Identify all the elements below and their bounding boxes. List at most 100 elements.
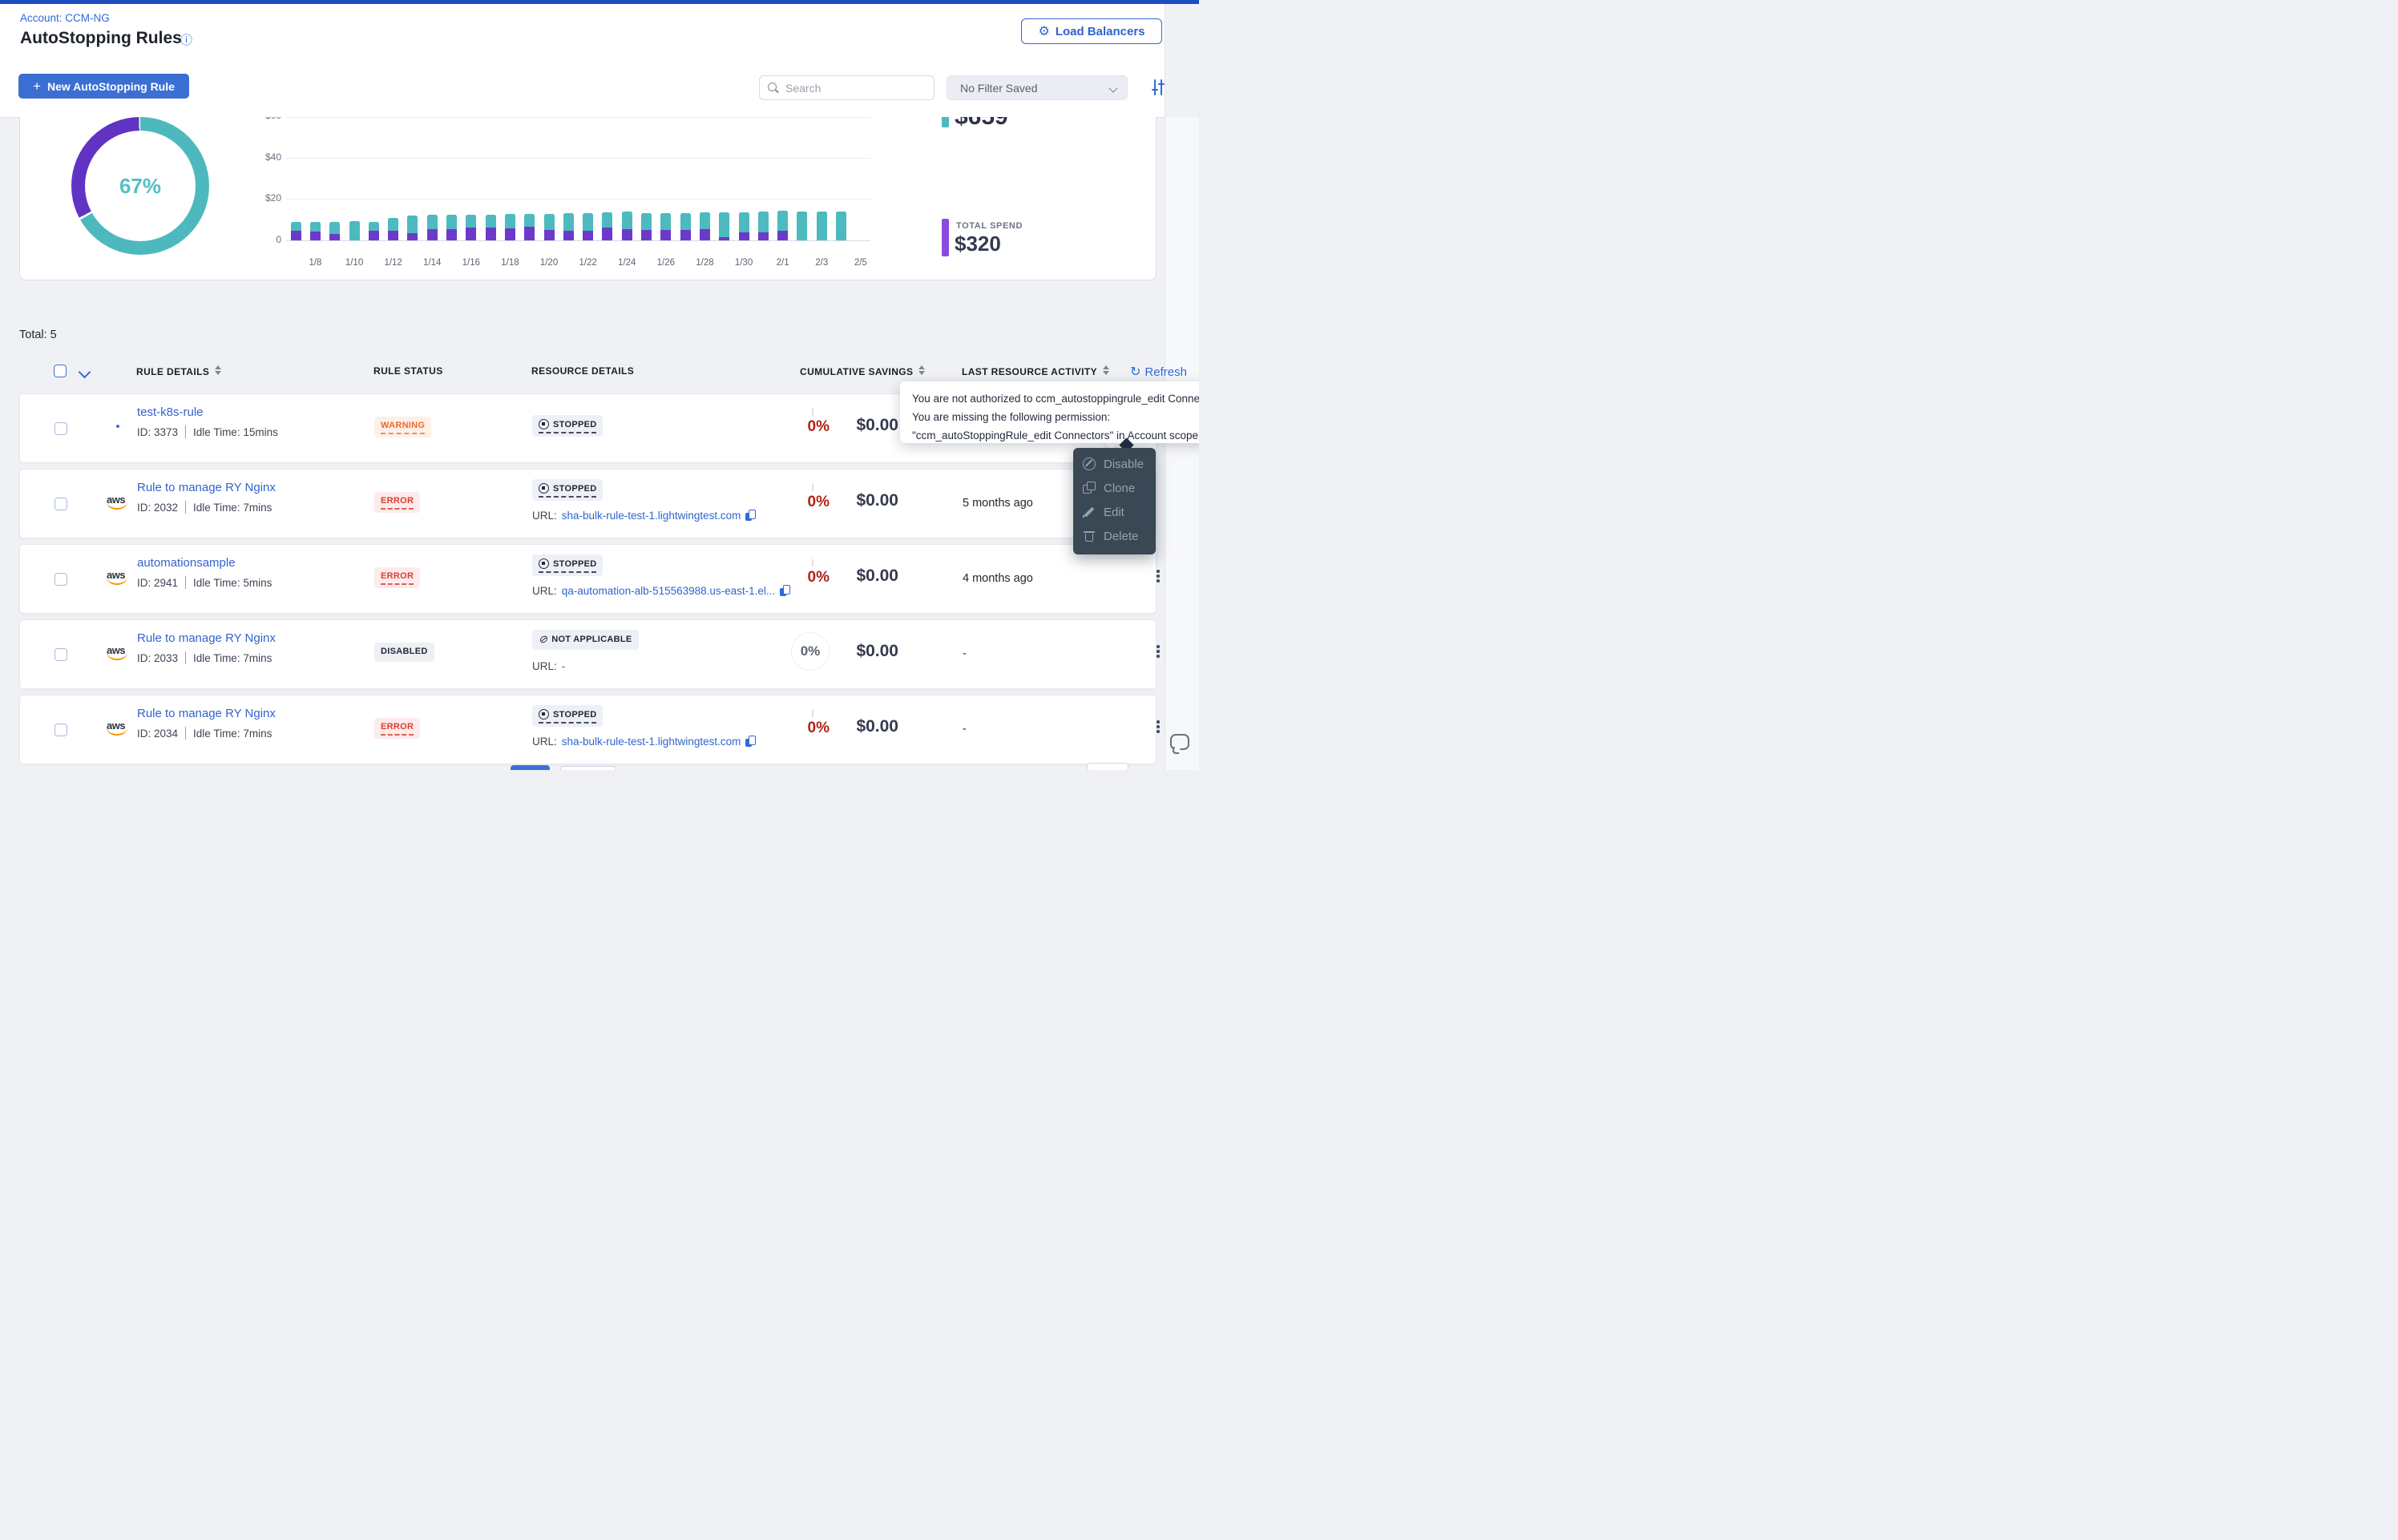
col-last-resource-activity[interactable]: LAST RESOURCE ACTIVITY: [962, 365, 1109, 377]
select-menu-chevron-icon[interactable]: [79, 366, 91, 379]
spend-bar-segment: [505, 228, 515, 240]
rule-name-link[interactable]: Rule to manage RY Nginx: [137, 707, 276, 720]
pagination-active-page[interactable]: [511, 765, 550, 770]
savings-bar-segment: [622, 212, 632, 229]
copy-icon[interactable]: [745, 736, 756, 748]
row-menu-button[interactable]: [1153, 570, 1163, 591]
separator: [185, 501, 186, 514]
menu-item-delete[interactable]: Delete: [1073, 524, 1156, 548]
chat-icon[interactable]: [1170, 734, 1189, 750]
row-menu-button[interactable]: [1153, 720, 1163, 741]
saved-filter-dropdown[interactable]: No Filter Saved: [947, 75, 1128, 100]
sort-icon: [1103, 365, 1109, 375]
row-checkbox[interactable]: [54, 724, 67, 736]
spend-legend-bar: [942, 219, 949, 256]
x-tick-label: 1/30: [724, 258, 764, 268]
info-icon[interactable]: ⓘ: [180, 31, 192, 48]
toolbar: + New AutoStopping Rule No Filter Saved: [0, 56, 1165, 118]
spend-bar-segment: [680, 230, 691, 240]
savings-bar-segment: [349, 221, 360, 240]
savings-bar-segment: [524, 214, 535, 228]
savings-bar-segment: [758, 212, 769, 232]
resource-url-link[interactable]: qa-automation-alb-515563988.us-east-1.el…: [562, 585, 775, 597]
savings-bar-segment: [407, 216, 418, 233]
savings-amount: $0.00: [822, 491, 898, 510]
clone-icon: [1083, 482, 1096, 494]
col-cumulative-savings[interactable]: CUMULATIVE SAVINGS: [800, 365, 925, 377]
row-checkbox[interactable]: [54, 498, 67, 510]
spend-bar-segment: [544, 230, 555, 240]
savings-bar-segment: [427, 215, 438, 229]
col-rule-details[interactable]: RULE DETAILS: [136, 365, 221, 377]
row-checkbox[interactable]: [54, 573, 67, 586]
last-activity: 5 months ago: [963, 497, 1033, 510]
row-checkbox[interactable]: [54, 422, 67, 435]
savings-bar-segment: [836, 212, 846, 240]
autostopping-rules-page: Account: CCM-NG AutoStopping Rules ⓘ ⚙ L…: [0, 0, 1199, 770]
copy-icon[interactable]: [745, 510, 756, 522]
breadcrumb-account-link[interactable]: Account: CCM-NG: [20, 12, 110, 24]
disable-icon: [1083, 458, 1096, 470]
spend-bar-segment: [407, 233, 418, 240]
tooltip-line: You are missing the following permission…: [912, 408, 1199, 426]
load-balancers-button[interactable]: ⚙ Load Balancers: [1021, 18, 1162, 44]
rule-name-link[interactable]: automationsample: [137, 556, 236, 570]
sort-icon: [918, 365, 925, 375]
resource-url-link[interactable]: -: [562, 660, 566, 672]
savings-amount: $0.00: [822, 717, 898, 736]
spend-bar-segment: [777, 231, 788, 240]
new-autostopping-rule-button[interactable]: + New AutoStopping Rule: [18, 74, 189, 99]
spend-bar-segment: [583, 231, 593, 240]
copy-icon[interactable]: [780, 585, 790, 597]
tooltip-line: You are not authorized to ccm_autostoppi…: [912, 389, 1199, 408]
spend-bar-segment: [486, 228, 496, 240]
savings-percent-label: 67%: [71, 117, 209, 255]
rule-status-badge: ERROR: [374, 567, 420, 588]
resource-url-link[interactable]: sha-bulk-rule-test-1.lightwingtest.com: [562, 736, 741, 748]
url-label: URL:: [532, 736, 557, 748]
savings-percent: 0%: [765, 418, 830, 436]
filter-panel-icon[interactable]: [1151, 79, 1165, 95]
kubernetes-icon: [107, 415, 131, 442]
spend-bar-segment: [622, 229, 632, 240]
search-box[interactable]: [759, 75, 935, 100]
x-tick-label: 2/3: [801, 258, 842, 268]
spend-bar-segment: [719, 237, 729, 240]
spend-bar-segment: [700, 229, 710, 240]
pagination-control[interactable]: [1087, 763, 1128, 770]
menu-item-clone[interactable]: Clone: [1073, 476, 1156, 500]
page-title: AutoStopping Rules: [20, 29, 182, 48]
last-activity: -: [963, 723, 967, 736]
row-menu-button[interactable]: [1153, 645, 1163, 666]
spend-bar-segment: [641, 230, 652, 240]
savings-bar-segment: [700, 212, 710, 229]
spend-bar-segment: [446, 229, 457, 240]
aws-icon: aws: [107, 566, 131, 593]
total-count: Total: 5: [19, 329, 57, 341]
savings-bar-segment: [563, 213, 574, 230]
rule-name-link[interactable]: Rule to manage RY Nginx: [137, 481, 276, 494]
chevron-down-icon: [1108, 83, 1117, 92]
spend-bar-segment: [310, 232, 321, 240]
aws-icon: aws: [107, 716, 131, 744]
rule-id: ID: 2034: [137, 728, 178, 740]
row-checkbox[interactable]: [54, 648, 67, 661]
refresh-button[interactable]: ↻Refresh: [1130, 364, 1187, 380]
search-input[interactable]: [784, 81, 923, 95]
menu-item-disable[interactable]: Disable: [1073, 452, 1156, 476]
menu-item-edit[interactable]: Edit: [1073, 500, 1156, 524]
summary-card: 67% $659 TOTAL SPEND $320 0$20$40$601/81…: [19, 117, 1157, 280]
savings-bar-segment: [310, 222, 321, 232]
rule-id-line: ID: 2941Idle Time: 5mins: [137, 576, 272, 589]
rule-name-link[interactable]: Rule to manage RY Nginx: [137, 631, 276, 645]
pagination-page[interactable]: [560, 766, 616, 770]
savings-bar-segment: [544, 214, 555, 230]
rule-id-line: ID: 2032Idle Time: 7mins: [137, 501, 272, 514]
resource-url-link[interactable]: sha-bulk-rule-test-1.lightwingtest.com: [562, 510, 741, 522]
rule-name-link[interactable]: test-k8s-rule: [137, 405, 204, 419]
rule-status-badge: DISABLED: [374, 643, 434, 662]
select-all-checkbox[interactable]: [54, 365, 67, 377]
spend-bar-segment: [291, 231, 301, 240]
stopped-icon: [539, 558, 549, 569]
resource-url-line: URL:qa-automation-alb-515563988.us-east-…: [532, 585, 790, 597]
